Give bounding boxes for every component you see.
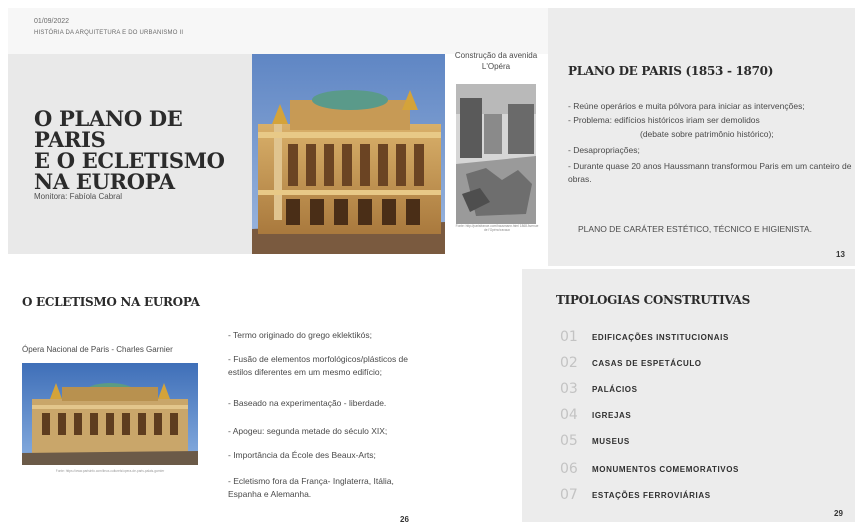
item-label: ESTAÇÕES FERROVIÁRIAS: [592, 491, 711, 500]
page-number: 13: [836, 250, 845, 259]
opera-photo-credit: Fonte: https://www.parisinfo.com/lieux-c…: [55, 469, 165, 473]
slide-tipologias: TIPOLOGIAS CONSTRUTIVAS 01 EDIFICAÇÕES I…: [522, 269, 855, 522]
course-name: HISTÓRIA DA ARQUITETURA E DO URBANISMO I…: [34, 30, 184, 36]
caption-line-1: Construção da avenida: [454, 51, 538, 60]
bullet-item: - Reúne operários e muita pólvora para i…: [568, 101, 805, 111]
construction-caption: Construção da avenida L'Opéra: [448, 50, 544, 72]
bullet-item: - Desapropriações;: [568, 145, 640, 155]
item-number: 05: [560, 433, 578, 449]
opera-caption: Ópera Nacional de Paris - Charles Garnie…: [22, 345, 173, 354]
item-number: 06: [560, 461, 578, 477]
ecletismo-heading: O ECLETISMO NA EUROPA: [22, 295, 200, 309]
slide-date: 01/09/2022: [34, 18, 70, 25]
bullet-item: - Fusão de elementos morfológicos/plásti…: [228, 354, 409, 377]
title-line-2: E O ECLETISMO: [34, 148, 225, 173]
slide-ecletismo: O ECLETISMO NA EUROPA Ópera Nacional de …: [8, 269, 428, 522]
tipologias-heading: TIPOLOGIAS CONSTRUTIVAS: [556, 293, 750, 307]
tipologia-item: 01 EDIFICAÇÕES INSTITUCIONAIS: [560, 329, 850, 349]
tipologia-item: 05 MUSEUS: [560, 433, 850, 453]
item-label: IGREJAS: [592, 411, 632, 420]
bullet-item: - Ecletismo fora da França- Inglaterra, …: [228, 476, 394, 499]
title-line-3: NA EUROPA: [34, 169, 175, 194]
slide-plano-de-paris: PLANO DE PARIS (1853 - 1870) - Reúne ope…: [548, 8, 855, 266]
tipologia-item: 06 MONUMENTOS COMEMORATIVOS: [560, 461, 850, 481]
item-label: CASAS DE ESPETÁCULO: [592, 359, 702, 368]
tipologia-item: 04 IGREJAS: [560, 407, 850, 427]
bullet-item: - Problema: edifícios históricos iriam s…: [568, 115, 760, 125]
page-number: 26: [400, 515, 409, 522]
item-number: 03: [560, 381, 578, 397]
monitor-name: Monitora: Fabíola Cabral: [34, 192, 123, 201]
item-label: MONUMENTOS COMEMORATIVOS: [592, 465, 739, 474]
item-label: EDIFICAÇÕES INSTITUCIONAIS: [592, 333, 729, 342]
opera-garnier-photo: [252, 54, 445, 254]
bullet-item: - Importância da École des Beaux-Arts;: [228, 450, 376, 460]
tipologia-item: 03 PALÁCIOS: [560, 381, 850, 401]
item-label: MUSEUS: [592, 437, 630, 446]
item-number: 07: [560, 487, 578, 503]
item-number: 02: [560, 355, 578, 371]
item-label: PALÁCIOS: [592, 385, 638, 394]
title-line-1: O PLANO DE PARIS: [34, 106, 183, 152]
construction-photo-credit: Fonte: http://parisfrance.com/hausmann.h…: [455, 224, 539, 232]
presentation-title: O PLANO DE PARIS E O ECLETISMO NA EUROPA: [34, 108, 254, 192]
tipologia-item: 02 CASAS DE ESPETÁCULO: [560, 355, 850, 375]
tipologia-item: 07 ESTAÇÕES FERROVIÁRIAS: [560, 487, 850, 507]
bullet-item: (debate sobre patrimônio histórico);: [640, 129, 774, 139]
bullet-item: - Durante quase 20 anos Haussmann transf…: [568, 161, 852, 184]
page-number: 29: [834, 509, 843, 518]
avenue-construction-photo: [456, 84, 536, 224]
bullet-item: - Apogeu: segunda metade do século XIX;: [228, 426, 388, 436]
slide-title: 01/09/2022 HISTÓRIA DA ARQUITETURA E DO …: [8, 8, 548, 266]
item-number: 01: [560, 329, 578, 345]
bullet-item: - Baseado na experimentação - liberdade.: [228, 398, 387, 408]
plano-summary: PLANO DE CARÁTER ESTÉTICO, TÉCNICO E HIG…: [578, 224, 812, 234]
bullet-item: - Termo originado do grego eklektikós;: [228, 330, 372, 340]
caption-line-2: L'Opéra: [481, 62, 511, 71]
item-number: 04: [560, 407, 578, 423]
plano-heading: PLANO DE PARIS (1853 - 1870): [568, 64, 774, 78]
opera-nacional-photo: [22, 363, 198, 465]
